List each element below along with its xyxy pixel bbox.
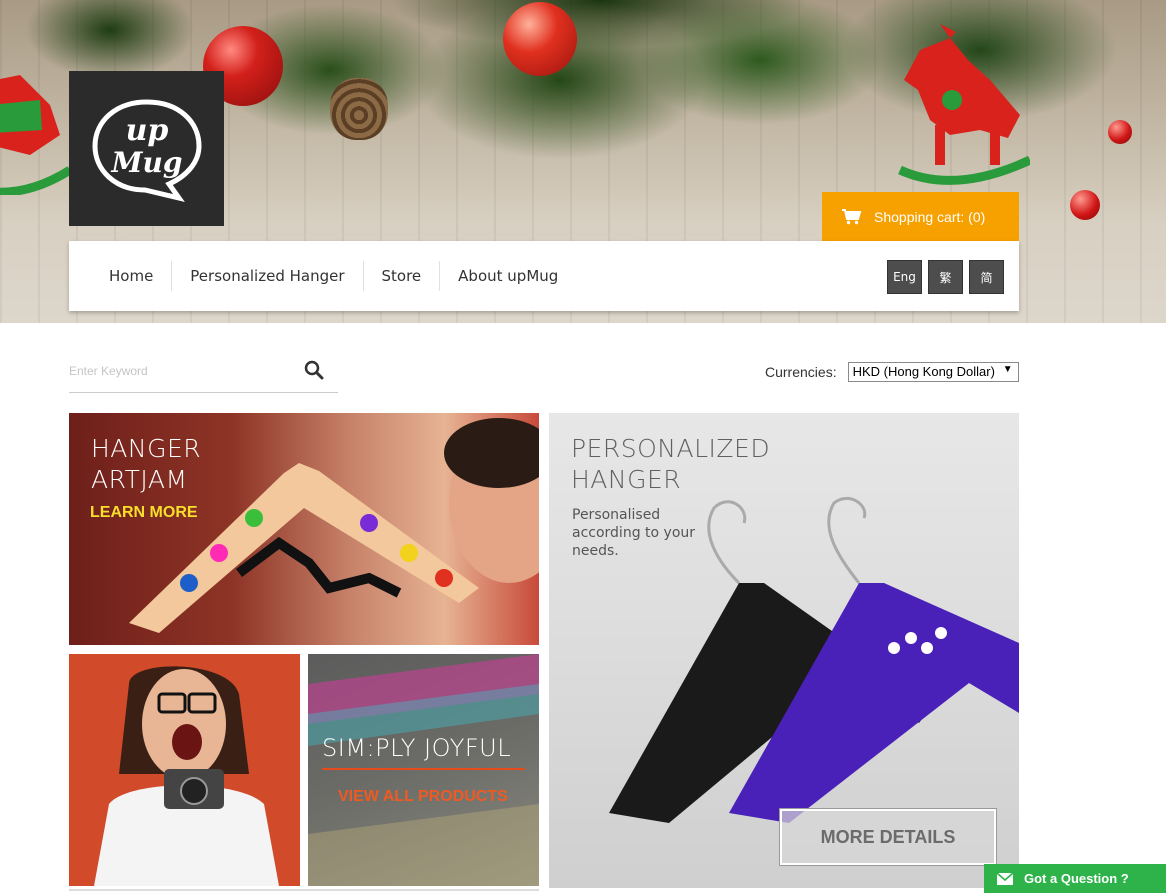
personalized-hanger-subtitle: Personalised according to your needs. (572, 507, 696, 559)
shopping-cart-button[interactable]: Shopping cart: (0) (822, 192, 1019, 241)
logo-mark-icon: up Mug (91, 98, 202, 202)
mail-icon (996, 871, 1014, 885)
hangers-closeup-photo (308, 654, 539, 886)
divider (322, 768, 525, 770)
chat-widget-button[interactable]: Got a Question ? (984, 864, 1166, 893)
more-details-button[interactable]: MORE DETAILS (780, 809, 996, 865)
hanger-artjam-tile[interactable]: HANGER ARTJAM LEARN MORE (69, 413, 539, 645)
svg-text:up: up (125, 113, 168, 148)
rocking-horse-decoration (898, 24, 1030, 185)
berry-decoration (1070, 190, 1100, 220)
nav-item-home[interactable]: Home (91, 261, 171, 291)
nav-menu: Home Personalized Hanger Store About upM… (69, 241, 576, 311)
berry-decoration (1108, 120, 1132, 144)
nav-item-personalized-hanger[interactable]: Personalized Hanger (171, 261, 362, 291)
search-icon[interactable] (304, 360, 324, 380)
girl-with-camera-photo (94, 666, 279, 886)
simply-joyful-tile[interactable]: SIM:PLY JOYFUL VIEW ALL PRODUCTS (308, 654, 539, 886)
divider (69, 889, 539, 891)
currency-label: Currencies: (765, 364, 837, 380)
search-box (69, 352, 338, 393)
upmug-logo[interactable]: up Mug (69, 71, 224, 226)
artjam-title: HANGER ARTJAM (91, 434, 202, 494)
lang-english-button[interactable]: Eng (887, 260, 922, 294)
ornament-ball-decoration (503, 2, 577, 76)
chat-label: Got a Question ? (1024, 871, 1129, 886)
cart-label: Shopping cart: (0) (874, 208, 986, 225)
currency-selector: Currencies: HKD (Hong Kong Dollar) ▼ (765, 362, 1019, 382)
currency-dropdown[interactable]: HKD (Hong Kong Dollar) ▼ (847, 362, 1019, 382)
lang-traditional-chinese-button[interactable]: 繁 (928, 260, 963, 294)
main-navbar: Home Personalized Hanger Store About upM… (69, 241, 1019, 311)
pinecone-decoration (330, 78, 388, 140)
svg-text:Mug: Mug (110, 146, 182, 179)
nav-item-about[interactable]: About upMug (439, 261, 576, 291)
personalized-hanger-title: PERSONALIZED HANGER (571, 434, 771, 494)
nav-item-store[interactable]: Store (362, 261, 440, 291)
simply-joyful-title: SIM:PLY JOYFUL (322, 734, 512, 762)
lang-simplified-chinese-button[interactable]: 简 (969, 260, 1004, 294)
rocking-horse-decoration (0, 75, 70, 195)
learn-more-link[interactable]: LEARN MORE (90, 504, 198, 522)
view-all-products-link[interactable]: VIEW ALL PRODUCTS (338, 788, 508, 806)
search-input[interactable] (69, 360, 289, 382)
cart-icon (842, 208, 862, 224)
camera-girl-tile[interactable] (69, 654, 300, 886)
dropdown-arrow-icon: ▼ (1002, 364, 1013, 375)
language-switcher: Eng 繁 简 (887, 260, 1004, 294)
currency-selected-value: HKD (Hong Kong Dollar) (852, 364, 995, 379)
personalized-hanger-tile[interactable]: PERSONALIZED HANGER Personalised accordi… (549, 413, 1019, 888)
